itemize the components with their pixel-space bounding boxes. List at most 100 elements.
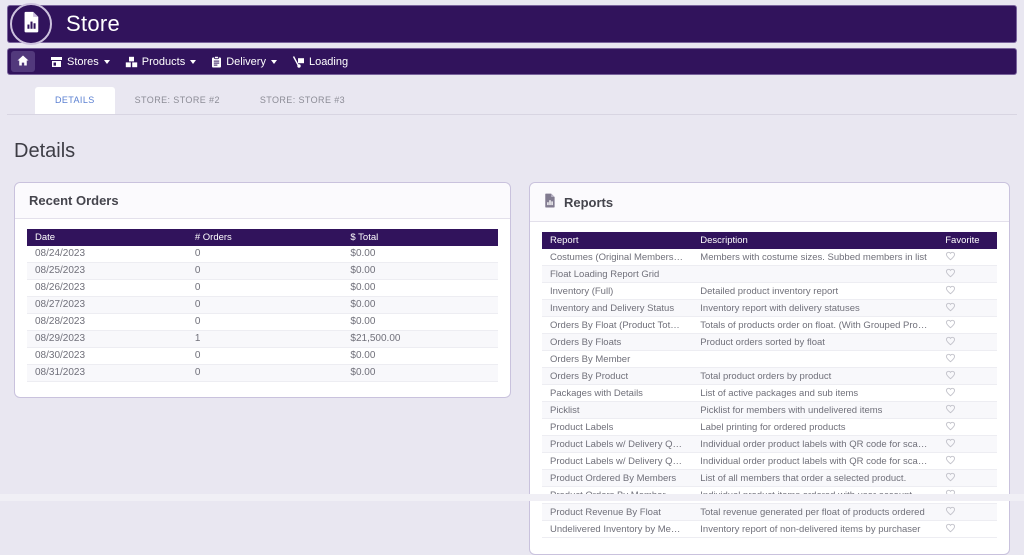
nav-item-delivery[interactable]: Delivery	[211, 55, 277, 68]
recent-order-row: 08/30/2023 0 $0.00	[27, 347, 498, 365]
report-favorite-cell	[937, 316, 997, 334]
favorite-heart-icon[interactable]	[945, 302, 956, 315]
report-name-cell[interactable]: Orders By Floats	[542, 333, 693, 351]
nav-item-label: Loading	[308, 55, 349, 68]
favorite-heart-icon[interactable]	[945, 387, 956, 400]
report-description-cell: Product orders sorted by float	[692, 333, 938, 351]
recent-order-cell: $0.00	[342, 279, 498, 297]
recent-order-cell: $21,500.00	[342, 330, 498, 348]
favorite-heart-icon[interactable]	[945, 251, 956, 264]
recent-order-cell: 0	[186, 364, 343, 382]
report-row: Product Ordered By Members List of all me…	[542, 469, 997, 487]
favorite-heart-icon[interactable]	[945, 285, 956, 298]
clipboard-icon	[211, 55, 222, 68]
report-description-cell	[692, 265, 938, 283]
report-name-cell[interactable]: Inventory and Delivery Status	[542, 299, 693, 317]
recent-order-row: 08/29/2023 1 $21,500.00	[27, 330, 498, 348]
report-row: Inventory and Delivery Status Inventory r…	[542, 299, 997, 317]
recent-orders-title: Recent Orders	[29, 193, 119, 208]
recent-order-row: 08/31/2023 0 $0.00	[27, 364, 498, 382]
report-name-cell[interactable]: Picklist	[542, 401, 693, 419]
report-favorite-cell	[937, 435, 997, 453]
report-description-cell: Label printing for ordered products	[692, 418, 938, 436]
recent-order-cell: 08/28/2023	[27, 313, 187, 331]
report-favorite-cell	[937, 282, 997, 300]
favorite-heart-icon[interactable]	[945, 319, 956, 332]
report-name-cell[interactable]: Product Labels w/ Delivery QR Code	[542, 452, 693, 470]
report-row: Orders By Float (Product Totals) Totals o…	[542, 316, 997, 334]
report-favorite-cell	[937, 503, 997, 521]
report-row: Product Revenue By Float Total revenue ge…	[542, 503, 997, 521]
app-title: Store	[66, 11, 121, 36]
tab-store-store-3[interactable]: STORE: STORE #3	[240, 87, 365, 114]
reports-header-row: Report Description Favorite	[542, 232, 997, 249]
favorite-heart-icon[interactable]	[945, 506, 956, 519]
recent-order-cell: 08/24/2023	[27, 246, 187, 263]
recent-order-cell: $0.00	[342, 364, 498, 382]
report-favorite-cell	[937, 367, 997, 385]
report-row: Undelivered Inventory by Member Inventory…	[542, 520, 997, 538]
page-title: Details	[14, 140, 76, 162]
report-name-cell[interactable]: Float Loading Report Grid	[542, 265, 693, 283]
report-name-cell[interactable]: Orders By Float (Product Totals)	[542, 316, 693, 334]
column-header-report: Report	[542, 232, 693, 249]
report-favorite-cell	[937, 299, 997, 317]
report-name-cell[interactable]: Product Labels w/ Delivery QR Code	[542, 435, 693, 453]
footer	[0, 494, 1024, 501]
reports-table: Report Description Favorite Costumes (Or…	[542, 232, 997, 538]
favorite-heart-icon[interactable]	[945, 370, 956, 383]
report-favorite-cell	[937, 350, 997, 368]
report-name-cell[interactable]: Orders By Product	[542, 367, 693, 385]
report-name-cell[interactable]: Undelivered Inventory by Member	[542, 520, 693, 538]
recent-order-cell: $0.00	[342, 296, 498, 314]
report-description-cell	[692, 350, 938, 368]
report-name-cell[interactable]: Product Revenue By Float	[542, 503, 693, 521]
report-row: Product Labels w/ Delivery QR Code Indivi…	[542, 452, 997, 470]
reports-panel-body: Report Description Favorite Costumes (Or…	[530, 222, 1009, 554]
report-favorite-cell	[937, 401, 997, 419]
favorite-heart-icon[interactable]	[945, 438, 956, 451]
report-name-cell[interactable]: Costumes (Original Members - No Subs)	[542, 249, 693, 266]
report-description-cell: Members with costume sizes. Subbed membe…	[692, 249, 938, 266]
nav-item-stores[interactable]: Stores	[50, 56, 110, 68]
report-name-cell[interactable]: Product Labels	[542, 418, 693, 436]
report-description-cell: Total product orders by product	[692, 367, 938, 385]
report-description-cell: Individual order product labels with QR …	[692, 452, 938, 470]
favorite-heart-icon[interactable]	[945, 353, 956, 366]
tab-bar: DETAILS STORE: STORE #2 STORE: STORE #3	[7, 87, 1017, 115]
report-description-cell: List of all members that order a selecte…	[692, 469, 938, 487]
favorite-heart-icon[interactable]	[945, 523, 956, 536]
report-row: Costumes (Original Members - No Subs)Mem…	[542, 249, 997, 266]
report-description-cell: Total revenue generated per float of pro…	[692, 503, 938, 521]
report-name-cell[interactable]: Product Ordered By Members	[542, 469, 693, 487]
favorite-heart-icon[interactable]	[945, 472, 956, 485]
recent-order-cell: 08/27/2023	[27, 296, 187, 314]
report-description-cell: Inventory report of non-delivered items …	[692, 520, 938, 538]
recent-order-cell: 08/30/2023	[27, 347, 187, 365]
nav-item-loading[interactable]: Loading	[292, 56, 348, 68]
recent-order-row: 08/24/2023 0 $0.00	[27, 246, 498, 263]
column-header-description: Description	[692, 232, 938, 249]
tab-details[interactable]: DETAILS	[35, 87, 115, 114]
favorite-heart-icon[interactable]	[945, 421, 956, 434]
reports-title: Reports	[564, 194, 614, 210]
recent-order-row: 08/27/2023 0 $0.00	[27, 296, 498, 314]
tab-store-store-2[interactable]: STORE: STORE #2	[115, 87, 240, 114]
recent-orders-panel-header: Recent Orders	[15, 183, 510, 219]
report-favorite-cell	[937, 249, 997, 266]
caret-down-icon	[190, 59, 197, 64]
report-name-cell[interactable]: Packages with Details	[542, 384, 693, 402]
favorite-heart-icon[interactable]	[945, 268, 956, 281]
nav-item-products[interactable]: Products	[125, 56, 197, 68]
favorite-heart-icon[interactable]	[945, 404, 956, 417]
recent-order-cell: 08/29/2023	[27, 330, 187, 348]
nav-home-button[interactable]	[11, 51, 35, 72]
report-name-cell[interactable]: Orders By Member	[542, 350, 693, 368]
favorite-heart-icon[interactable]	[945, 455, 956, 468]
favorite-heart-icon[interactable]	[945, 336, 956, 349]
report-favorite-cell	[937, 520, 997, 538]
report-row: Inventory (Full) Detailed product invento…	[542, 282, 997, 300]
caret-down-icon	[103, 59, 110, 64]
column-header-date: Date	[27, 229, 187, 246]
report-name-cell[interactable]: Inventory (Full)	[542, 282, 693, 300]
